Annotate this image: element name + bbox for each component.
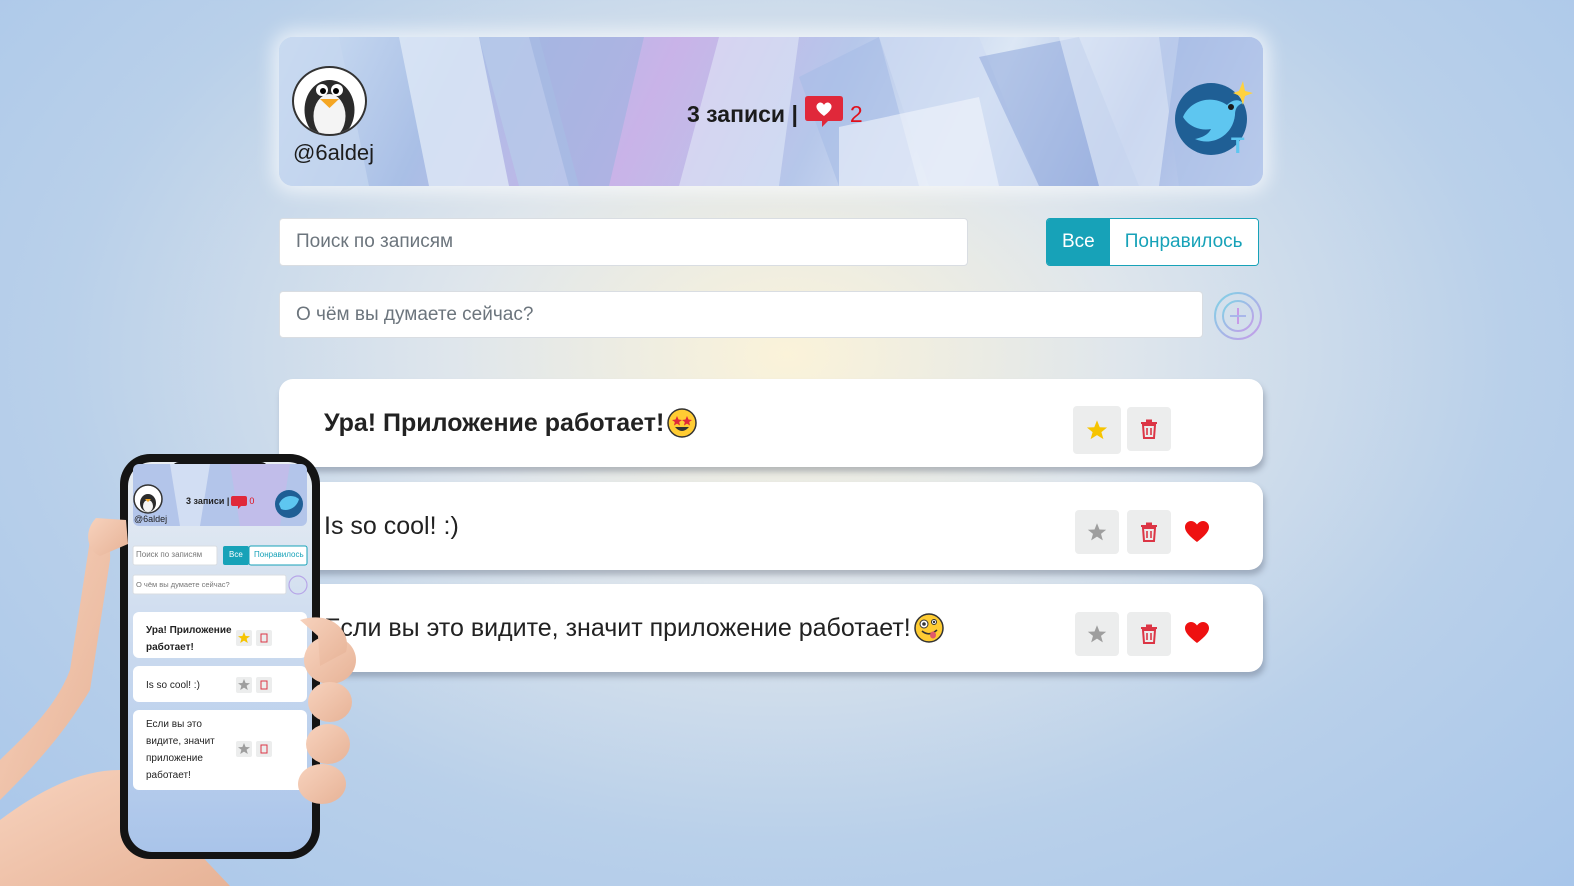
star-icon bbox=[1087, 523, 1107, 541]
phone-new-post-input[interactable]: О чём вы думаете сейчас? bbox=[136, 580, 230, 589]
username: @6aldej bbox=[293, 140, 375, 165]
trash-icon bbox=[1141, 624, 1157, 644]
trash-icon bbox=[1141, 419, 1157, 439]
post-text-label: Если вы это видите, значит приложение ра… bbox=[324, 613, 911, 642]
post-item: Если вы это видите, значит приложение ра… bbox=[279, 584, 1263, 672]
delete-button[interactable] bbox=[1127, 407, 1171, 451]
plus-circle-icon bbox=[1214, 292, 1262, 340]
new-post-input[interactable] bbox=[279, 291, 1203, 338]
phone-filter-all[interactable]: Все bbox=[229, 550, 243, 559]
search-input[interactable] bbox=[279, 218, 968, 266]
add-post-button[interactable] bbox=[1213, 291, 1263, 341]
filter-group: Все Понравилось bbox=[1046, 218, 1259, 266]
phone-search-input[interactable]: Поиск по записям bbox=[136, 550, 202, 559]
delete-button[interactable] bbox=[1127, 612, 1171, 656]
phone-username: @6aldej bbox=[134, 514, 168, 524]
phone-post-text: Если вы это видите, значит приложение ра… bbox=[146, 716, 215, 784]
star-struck-emoji bbox=[667, 408, 698, 438]
phone-post-text: Ура! Приложение работает! bbox=[146, 622, 232, 656]
important-button[interactable] bbox=[1075, 612, 1119, 656]
trash-icon bbox=[1141, 522, 1157, 542]
heart-icon[interactable] bbox=[1185, 622, 1209, 644]
phone-post-line: приложение bbox=[146, 753, 203, 764]
phone-stats: 3 записи | 0 bbox=[186, 496, 254, 506]
star-icon bbox=[1087, 625, 1107, 643]
phone-filter-liked[interactable]: Понравилось bbox=[254, 550, 304, 559]
phone-post-line: видите, значит bbox=[146, 736, 215, 747]
heart-bubble-icon bbox=[804, 94, 844, 134]
svg-text:T: T bbox=[1231, 133, 1245, 157]
phone-post-text: Is so cool! :) bbox=[146, 677, 200, 694]
hand-holding-phone bbox=[0, 454, 356, 886]
post-item: Is so cool! :) bbox=[279, 482, 1263, 570]
phone-mockup: @6aldej 3 записи | 0 Поиск по записям Вс… bbox=[0, 440, 360, 886]
post-stats: 3 записи | 2 bbox=[687, 94, 863, 134]
post-text-label: Ура! Приложение работает! bbox=[324, 408, 665, 437]
heart-icon[interactable] bbox=[1185, 521, 1209, 543]
star-icon bbox=[1086, 420, 1108, 440]
posts-count-label: 3 записи | bbox=[687, 100, 798, 127]
important-button[interactable] bbox=[1073, 406, 1121, 454]
zany-face-emoji bbox=[914, 613, 944, 643]
important-button[interactable] bbox=[1075, 510, 1119, 554]
phone-posts-label: 3 записи | bbox=[186, 496, 230, 506]
post-text[interactable]: Если вы это видите, значит приложение ра… bbox=[324, 584, 944, 672]
phone-post-line: Ура! Приложение bbox=[146, 625, 232, 636]
delete-button[interactable] bbox=[1127, 510, 1171, 554]
phone-post-line: Is so cool! :) bbox=[146, 680, 200, 691]
filter-all-button[interactable]: Все bbox=[1047, 219, 1110, 265]
phone-post-line: работает! bbox=[146, 642, 194, 653]
filter-liked-button[interactable]: Понравилось bbox=[1109, 219, 1258, 265]
app-header: @6aldej 3 записи | 2 T bbox=[279, 37, 1263, 186]
phone-post-line: работает! bbox=[146, 770, 191, 781]
search-row: Все Понравилось bbox=[279, 218, 1263, 266]
bird-logo: T bbox=[1173, 77, 1253, 158]
penguin-avatar[interactable] bbox=[292, 66, 367, 136]
post-item: Ура! Приложение работает! bbox=[279, 379, 1263, 467]
add-post-row bbox=[279, 291, 1263, 341]
liked-count: 2 bbox=[849, 100, 863, 127]
phone-post-line: Если вы это bbox=[146, 719, 202, 730]
app-root: @6aldej 3 записи | 2 T Все bbox=[279, 37, 1263, 672]
phone-liked-count: 0 bbox=[249, 496, 255, 506]
post-text[interactable]: Ура! Приложение работает! bbox=[324, 379, 698, 467]
